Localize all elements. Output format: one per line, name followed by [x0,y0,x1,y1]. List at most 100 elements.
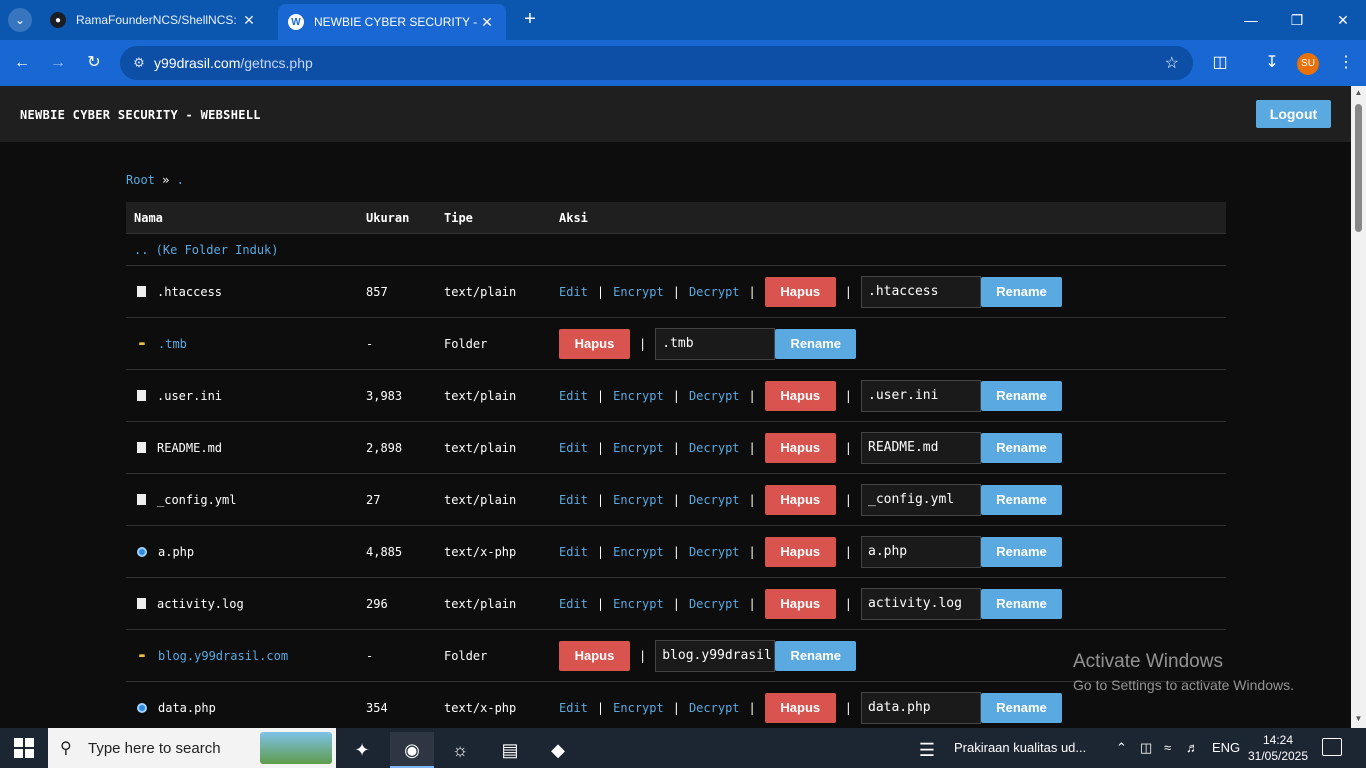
rename-input[interactable]: data.php [861,691,981,724]
parent-folder-link[interactable]: .. (Ke Folder Induk) [126,234,1226,266]
delete-button[interactable]: Hapus [559,328,630,359]
rename-button[interactable]: Rename [775,640,857,671]
delete-button[interactable]: Hapus [764,380,836,411]
action-separator: | [748,700,756,715]
clock[interactable]: 14:24 31/05/2025 [1246,732,1310,764]
edit-link[interactable]: Edit [559,597,588,611]
rename-input[interactable]: blog.y99drasil.com [655,639,776,672]
delete-button[interactable]: Hapus [764,484,836,515]
encrypt-link[interactable]: Encrypt [613,441,664,455]
back-icon[interactable]: ← [10,51,34,75]
decrypt-link[interactable]: Decrypt [689,285,740,299]
close-icon[interactable]: ✕ [240,12,258,29]
notification-icon[interactable] [1322,738,1342,756]
rename-input[interactable]: activity.log [861,587,981,620]
rename-input[interactable]: .tmb [655,327,776,360]
encrypt-link[interactable]: Encrypt [613,597,664,611]
rename-input[interactable]: .user.ini [861,379,981,412]
window-close-icon[interactable]: ✕ [1320,0,1366,40]
network-icon[interactable]: ◫ [1140,740,1152,756]
language-indicator[interactable]: ENG [1212,740,1240,755]
edit-link[interactable]: Edit [559,441,588,455]
cell-name: .user.ini [126,389,366,403]
new-tab-icon[interactable]: + [518,8,542,32]
delete-button[interactable]: Hapus [559,640,630,671]
minimize-icon[interactable]: — [1228,0,1274,40]
tab-search-chevron-icon[interactable]: ⌄ [8,8,32,32]
delete-button[interactable]: Hapus [764,588,836,619]
file-explorer-icon[interactable]: ▤ [488,732,532,768]
logout-button[interactable]: Logout [1256,100,1331,128]
tab-github[interactable]: ● RamaFounderNCS/ShellNCS: W ✕ [40,0,268,40]
cell-name: activity.log [126,597,366,611]
rename-button[interactable]: Rename [981,536,1062,567]
decrypt-link[interactable]: Decrypt [689,701,740,715]
restore-icon[interactable]: ❐ [1274,0,1320,40]
folder-link[interactable]: .tmb [158,337,187,351]
encrypt-link[interactable]: Encrypt [613,701,664,715]
extensions-icon[interactable]: ◫ [1208,52,1232,72]
rename-input[interactable]: _config.yml [861,483,981,516]
windows-start-icon[interactable] [14,738,34,758]
cell-name: _config.yml [126,493,366,507]
tray-chevron-icon[interactable]: ⌃ [1116,740,1127,756]
close-icon[interactable]: ✕ [478,14,496,31]
breadcrumb-root-link[interactable]: Root [126,173,155,187]
rename-button[interactable]: Rename [981,276,1062,307]
rename-input[interactable]: a.php [861,535,981,568]
profile-avatar[interactable]: SU [1297,53,1319,75]
forward-icon[interactable]: → [46,51,70,75]
app-icon[interactable]: ◆ [536,732,580,768]
decrypt-link[interactable]: Decrypt [689,441,740,455]
page-scrollbar[interactable]: ▲ ▼ [1351,86,1366,728]
encrypt-link[interactable]: Encrypt [613,493,664,507]
file-name: activity.log [157,596,244,611]
scroll-up-icon[interactable]: ▲ [1354,88,1363,97]
edit-link[interactable]: Edit [559,493,588,507]
encrypt-link[interactable]: Encrypt [613,389,664,403]
action-separator: | [844,700,852,715]
wifi-icon[interactable]: ≈ [1164,740,1171,755]
copilot-icon[interactable]: ✦ [340,732,384,768]
address-bar[interactable]: ⚙ y99drasil.com/getncs.php ☆ [120,46,1193,80]
tab-webshell[interactable]: W NEWBIE CYBER SECURITY - SHE ✕ [278,4,506,40]
edit-link[interactable]: Edit [559,389,588,403]
decrypt-link[interactable]: Decrypt [689,597,740,611]
delete-button[interactable]: Hapus [764,432,836,463]
weather-text[interactable]: Prakiraan kualitas ud... [954,740,1086,755]
scroll-down-icon[interactable]: ▼ [1354,714,1363,723]
menu-kebab-icon[interactable]: ⋮ [1334,52,1358,72]
rename-button[interactable]: Rename [775,328,857,359]
decrypt-link[interactable]: Decrypt [689,545,740,559]
edit-link[interactable]: Edit [559,701,588,715]
firefox-icon[interactable]: ☼ [438,732,482,768]
cell-name: ▬ .tmb [126,337,366,351]
breadcrumb-current[interactable]: . [177,173,184,187]
rename-button[interactable]: Rename [981,588,1062,619]
rename-button[interactable]: Rename [981,692,1062,723]
bookmark-star-icon[interactable]: ☆ [1165,53,1179,73]
decrypt-link[interactable]: Decrypt [689,493,740,507]
rename-button[interactable]: Rename [981,380,1062,411]
folder-link[interactable]: blog.y99drasil.com [158,649,288,663]
taskbar-search[interactable]: ⚲ Type here to search [48,728,336,768]
rename-input[interactable]: .htaccess [861,275,981,308]
chrome-icon[interactable]: ◉ [390,732,434,768]
rename-input[interactable]: README.md [861,431,981,464]
rename-button[interactable]: Rename [981,484,1062,515]
download-icon[interactable]: ↧ [1260,52,1284,72]
reload-icon[interactable]: ↻ [82,51,106,75]
scrollbar-thumb[interactable] [1355,104,1362,232]
encrypt-link[interactable]: Encrypt [613,285,664,299]
volume-icon[interactable]: ♬ [1186,740,1199,755]
weather-icon[interactable]: ☰ [912,732,942,768]
edit-link[interactable]: Edit [559,285,588,299]
delete-button[interactable]: Hapus [764,276,836,307]
delete-button[interactable]: Hapus [764,536,836,567]
site-settings-icon[interactable]: ⚙ [124,55,154,71]
decrypt-link[interactable]: Decrypt [689,389,740,403]
edit-link[interactable]: Edit [559,545,588,559]
rename-button[interactable]: Rename [981,432,1062,463]
encrypt-link[interactable]: Encrypt [613,545,664,559]
delete-button[interactable]: Hapus [764,692,836,723]
